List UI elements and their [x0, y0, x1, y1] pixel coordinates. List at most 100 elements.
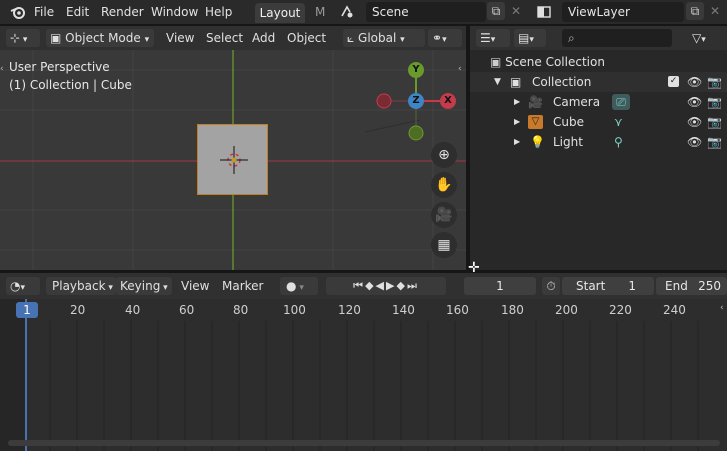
3d-viewport[interactable]: User Perspective (1) Collection | Cube Y… [0, 50, 466, 270]
expand-triangle-icon[interactable]: ▶ [514, 112, 520, 132]
display-mode-dropdown[interactable]: ▤▾ [514, 29, 546, 47]
menu-file[interactable]: File [34, 0, 54, 24]
menu-edit[interactable]: Edit [66, 0, 89, 24]
render-camera-icon[interactable]: 📷 [707, 72, 722, 92]
blender-logo-icon[interactable] [10, 4, 26, 20]
frame-tick-label: 140 [392, 303, 415, 317]
gizmo-z-axis[interactable]: Z [408, 93, 424, 109]
start-label: Start [576, 279, 606, 293]
camera-view-icon[interactable]: 🎥 [431, 202, 457, 228]
view-layer-icon[interactable] [535, 3, 553, 21]
light-row[interactable]: ▶ 💡 Light ⚲ 👁 📷 [470, 132, 727, 152]
light-label: Light [553, 135, 583, 149]
jump-end-icon[interactable]: ⏭ [407, 279, 419, 292]
keying-label: Keying [120, 279, 161, 293]
end-frame-field[interactable]: End 250 [656, 277, 727, 295]
chevron-down-icon: ▾ [400, 35, 405, 45]
frame-tick-label: 80 [233, 303, 249, 317]
sidebar-expand-icon[interactable]: ‹ [720, 303, 724, 313]
expand-triangle-icon[interactable]: ▶ [514, 92, 520, 112]
jump-start-icon[interactable]: ⏮ [353, 279, 365, 292]
menu-help[interactable]: Help [205, 0, 232, 24]
collection-row[interactable]: ▼ ▣ Collection ✓ 👁 📷 [470, 72, 727, 92]
delete-scene-icon[interactable]: ✕ [507, 2, 525, 20]
tab-layout[interactable]: Layout [255, 3, 305, 23]
playback-dropdown[interactable]: Playback ▾ [46, 277, 116, 295]
exclude-checkbox[interactable]: ✓ [668, 76, 679, 87]
viewport-menu-select[interactable]: Select [206, 29, 243, 47]
render-camera-icon[interactable]: 📷 [707, 132, 722, 152]
camera-object-icon: 🎥 [528, 95, 543, 109]
light-data-icon[interactable]: ⚲ [614, 132, 623, 152]
frame-tick-label: 100 [283, 303, 306, 317]
cube-label: Cube [553, 115, 584, 129]
pan-hand-icon[interactable]: ✋ [431, 172, 457, 198]
collapse-triangle-icon[interactable]: ▼ [494, 72, 501, 92]
playhead-frame-indicator[interactable]: 1 [16, 302, 38, 318]
visibility-eye-icon[interactable]: 👁 [687, 72, 702, 92]
viewport-menu-object[interactable]: Object [287, 29, 326, 47]
scene-field[interactable]: Scene [366, 2, 486, 22]
stopwatch-icon[interactable]: ⏱ [542, 277, 560, 295]
chevron-down-icon: ▾ [144, 35, 150, 45]
outliner-panel: ▣ Scene Collection ▼ ▣ Collection ✓ 👁 📷 … [470, 50, 727, 270]
outliner-search-input[interactable]: ⌕ [562, 29, 672, 47]
editor-type-button[interactable]: ⊹ ▾ [6, 29, 40, 47]
menu-render[interactable]: Render [101, 0, 144, 24]
timeline-editor-type-button[interactable]: ◔▾ [6, 277, 40, 295]
sidebar-expand-icon[interactable]: ‹ [458, 64, 462, 74]
frame-tick-label: 180 [501, 303, 524, 317]
delete-view-layer-icon[interactable]: ✕ [706, 2, 724, 20]
toolbar-expand-icon[interactable]: ‹ [0, 64, 4, 74]
next-keyframe-icon[interactable]: ◆ [396, 279, 406, 292]
chevron-down-icon: ▾ [701, 35, 706, 45]
outliner-editor-type-button[interactable]: ☰▾ [476, 29, 510, 47]
prev-keyframe-icon[interactable]: ◆ [365, 279, 375, 292]
timeline-menu-marker[interactable]: Marker [222, 277, 263, 295]
scene-collection-label: Scene Collection [505, 55, 605, 69]
visibility-eye-icon[interactable]: 👁 [687, 92, 702, 112]
scene-collection-row[interactable]: ▣ Scene Collection [490, 52, 727, 72]
zoom-icon[interactable]: ⊕ [431, 142, 457, 168]
frame-tick-label: 240 [663, 303, 686, 317]
camera-data-icon[interactable]: ⎚ [612, 94, 630, 110]
tab-modeling-partial[interactable]: M [315, 0, 325, 24]
new-scene-icon[interactable]: ⧉ [487, 2, 505, 20]
expand-triangle-icon[interactable]: ▶ [514, 132, 520, 152]
mesh-data-icon[interactable]: ⋎ [614, 112, 623, 132]
visibility-eye-icon[interactable]: 👁 [687, 112, 702, 132]
frame-tick-label: 220 [609, 303, 632, 317]
gizmo-y-axis[interactable]: Y [408, 62, 424, 78]
timeline-area[interactable] [0, 299, 727, 451]
snap-dropdown[interactable]: ⚭▾ [428, 29, 462, 47]
new-view-layer-icon[interactable]: ⧉ [686, 2, 704, 20]
filter-funnel-icon: ▽ [692, 31, 702, 45]
viewport-menu-add[interactable]: Add [252, 29, 275, 47]
clock-icon: ◔ [10, 279, 21, 293]
frame-tick-label: 200 [555, 303, 578, 317]
cube-row[interactable]: ▶ ▽ Cube ⋎ 👁 📷 [470, 112, 727, 132]
visibility-eye-icon[interactable]: 👁 [687, 132, 702, 152]
start-frame-field[interactable]: Start 1 [562, 277, 654, 295]
playback-controls[interactable]: ⏮◆◀▶◆⏭ [326, 277, 446, 295]
view-layer-field[interactable]: ViewLayer [562, 2, 684, 22]
render-camera-icon[interactable]: 📷 [707, 112, 722, 132]
play-reverse-icon[interactable]: ◀ [376, 279, 386, 292]
play-icon[interactable]: ▶ [386, 279, 396, 292]
perspective-grid-icon[interactable]: ▦ [431, 232, 457, 258]
timeline-grid [0, 299, 720, 451]
orientation-dropdown[interactable]: ⟀ Global ▾ [343, 29, 425, 47]
menu-window[interactable]: Window [151, 0, 198, 24]
keying-dropdown[interactable]: Keying ▾ [116, 277, 172, 295]
object-mode-dropdown[interactable]: ▣ Object Mode ▾ [46, 29, 154, 47]
auto-keying-toggle[interactable]: ● ▾ [280, 277, 318, 295]
3d-cursor-icon[interactable] [218, 144, 250, 176]
timeline-menu-view[interactable]: View [181, 277, 209, 295]
gizmo-x-axis[interactable]: X [440, 93, 456, 109]
current-frame-field[interactable]: 1 [464, 277, 536, 295]
viewport-menu-view[interactable]: View [166, 29, 194, 47]
camera-row[interactable]: ▶ 🎥 Camera ⎚ 👁 📷 [470, 92, 727, 112]
scene-icon[interactable] [338, 3, 356, 21]
filter-dropdown[interactable]: ▽▾ [688, 29, 722, 47]
render-camera-icon[interactable]: 📷 [707, 92, 722, 112]
